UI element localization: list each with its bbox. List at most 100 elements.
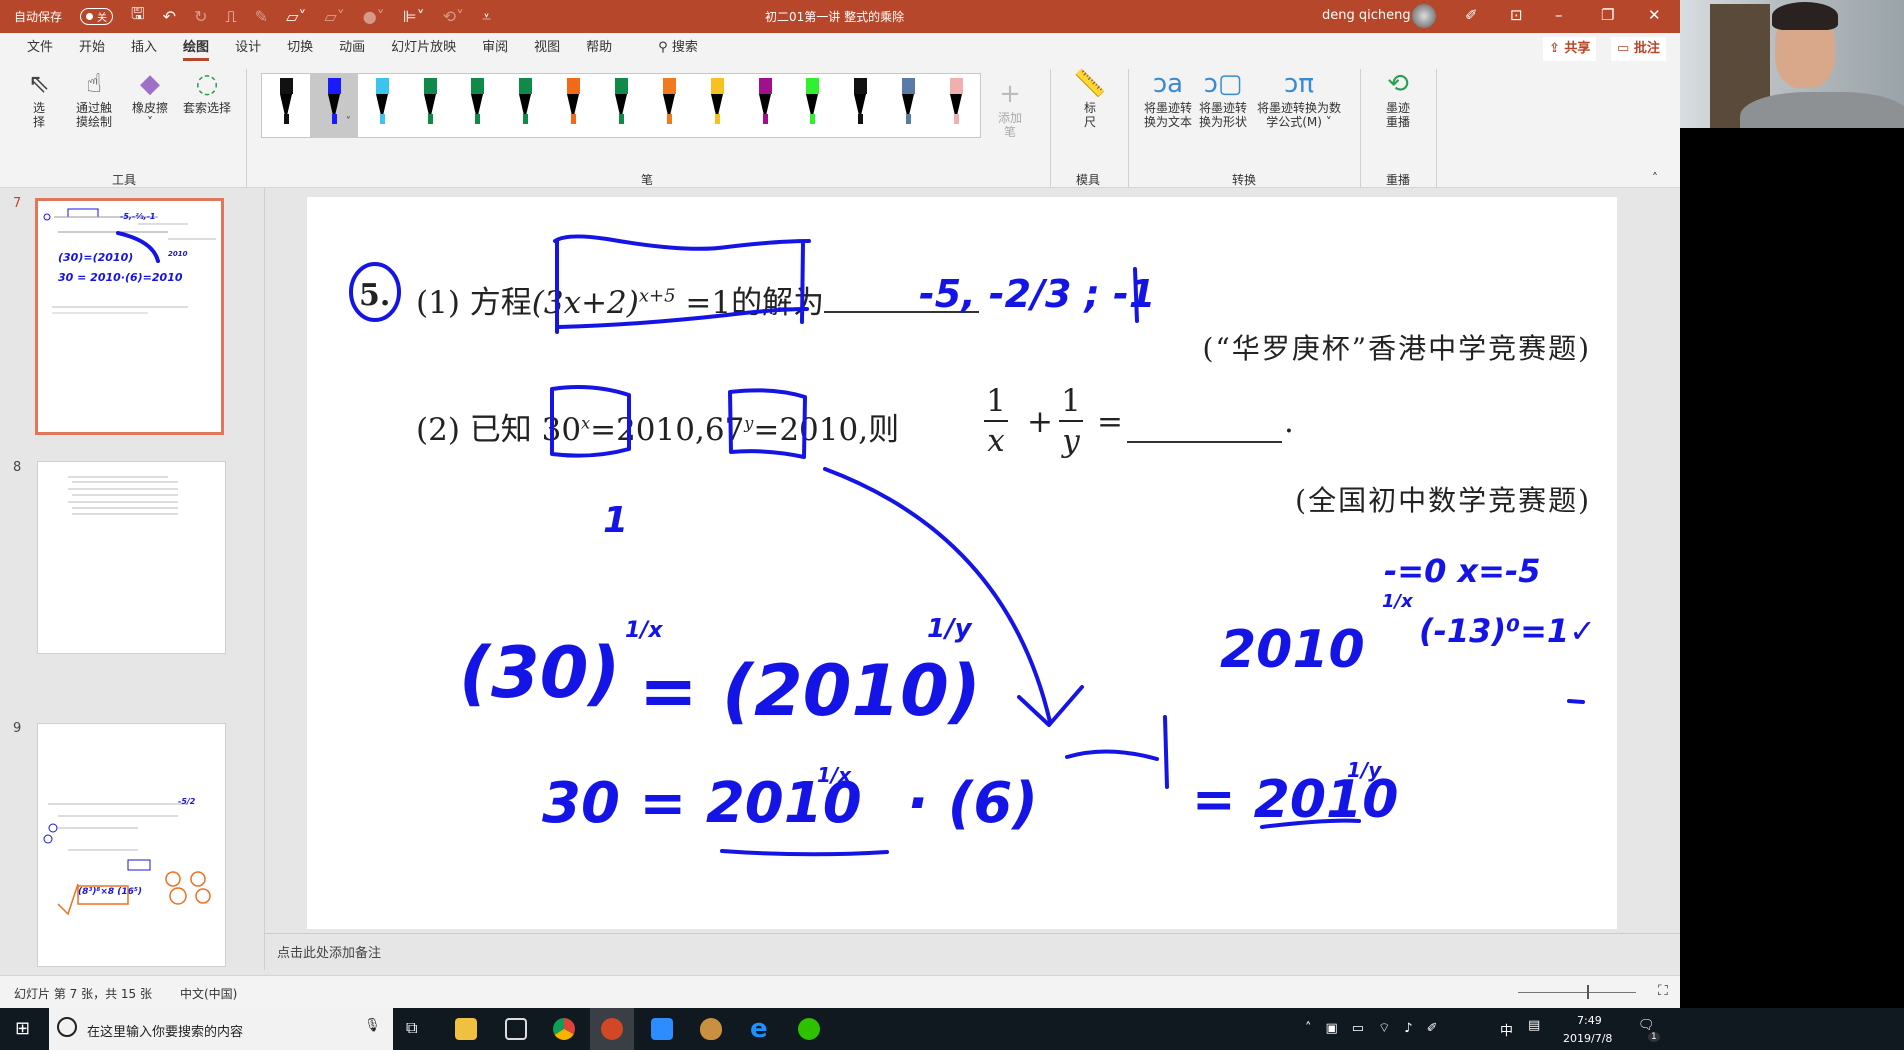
- chrome-icon[interactable]: [553, 1018, 575, 1040]
- powerpoint-icon[interactable]: [601, 1018, 623, 1040]
- share-button[interactable]: ⇪ 共享: [1543, 37, 1597, 61]
- taskbar-search[interactable]: 在这里输入你要搜索的内容 🎙: [49, 1008, 393, 1050]
- pen-12[interactable]: [836, 74, 884, 137]
- thumbnail-slide-9[interactable]: -5/2 (8³)⁸×8 (16⁵): [37, 723, 226, 967]
- redo-icon[interactable]: ↻: [194, 7, 207, 26]
- zoom-slider-thumb[interactable]: [1587, 985, 1589, 999]
- title-bar: 自动保存 关 🖫 ↶ ↻ ⎍ ✎ ▱˅ ▱˅ ●˅ ⊫˅ ⟲˅ ⩡ 初二01第一…: [0, 0, 1680, 33]
- notes-placeholder[interactable]: 点击此处添加备注: [277, 942, 381, 961]
- align-icon[interactable]: ⊫˅: [403, 7, 425, 26]
- svg-text:-5/2: -5/2: [178, 797, 196, 806]
- tab-3[interactable]: 绘图: [170, 33, 222, 63]
- shape-icon[interactable]: ▱˅: [286, 7, 306, 26]
- tab-0[interactable]: 文件: [14, 33, 66, 63]
- tab-10[interactable]: 帮助: [573, 33, 625, 63]
- slide-thumbnail-pane[interactable]: 7 -5,-⅔,-1 (30)=(2010) 30 = 2010·(6)=2010 2…: [0, 188, 265, 970]
- pen-9[interactable]: [693, 74, 741, 137]
- tab-8[interactable]: 审阅: [469, 33, 521, 63]
- select-button[interactable]: ⇖ 选择: [22, 67, 56, 129]
- customize-icon[interactable]: ⩡: [482, 7, 491, 27]
- notification-icon[interactable]: 🗨: [1638, 1018, 1655, 1033]
- save-icon[interactable]: 🖫: [131, 3, 145, 30]
- zoom-slider[interactable]: [1518, 992, 1636, 993]
- ink-to-shape-button[interactable]: ↄ▢ 将墨迹转换为形状: [1197, 67, 1249, 129]
- pen-4[interactable]: [453, 74, 501, 137]
- pen-10[interactable]: [741, 74, 789, 137]
- tab-9[interactable]: 视图: [521, 33, 573, 63]
- clock-time[interactable]: 7:49: [1577, 1014, 1602, 1027]
- ime-mode-icon[interactable]: ▤: [1528, 1018, 1540, 1033]
- fit-slide-icon[interactable]: ⛶: [1658, 983, 1668, 999]
- tab-2[interactable]: 插入: [118, 33, 170, 63]
- pen-14[interactable]: [932, 74, 980, 137]
- tab-4[interactable]: 设计: [222, 33, 274, 63]
- thumbnail-slide-8[interactable]: [37, 461, 226, 654]
- comment-button[interactable]: ▭ 批注: [1611, 37, 1666, 61]
- present-icon[interactable]: ⎍: [225, 7, 236, 27]
- restore-icon[interactable]: ❐: [1601, 6, 1614, 24]
- wechat-icon[interactable]: [798, 1018, 820, 1040]
- minimize-icon[interactable]: –: [1555, 6, 1563, 24]
- pen-11[interactable]: [788, 74, 836, 137]
- pen-7[interactable]: [597, 74, 645, 137]
- ruler-button[interactable]: 📏 标尺: [1070, 67, 1110, 129]
- share-label: 共享: [1564, 41, 1591, 56]
- tab-1[interactable]: 开始: [66, 33, 118, 63]
- ink-side-check: (-13)⁰=1✓: [1419, 612, 1596, 650]
- thumbnail-slide-7[interactable]: -5,-⅔,-1 (30)=(2010) 30 = 2010·(6)=2010 201…: [35, 198, 224, 435]
- microphone-icon[interactable]: 🎙: [364, 1018, 381, 1033]
- notes-pane[interactable]: 点击此处添加备注: [265, 933, 1680, 973]
- edge-icon[interactable]: e: [750, 1016, 772, 1042]
- rotate-icon[interactable]: ⟲˅: [443, 7, 464, 26]
- tab-7[interactable]: 幻灯片放映: [378, 33, 469, 63]
- webcam-video: [1680, 0, 1904, 128]
- autosave-toggle[interactable]: 关: [80, 8, 114, 25]
- tab-6[interactable]: 动画: [326, 33, 378, 63]
- pen-5[interactable]: [501, 74, 549, 137]
- ime-indicator[interactable]: 中: [1500, 1020, 1513, 1039]
- ink-to-math-button[interactable]: ↄπ 将墨迹转换为数学公式(M) ˅: [1254, 67, 1344, 129]
- add-pen-button[interactable]: + 添加笔: [995, 77, 1025, 139]
- close-icon[interactable]: ✕: [1648, 6, 1661, 24]
- pen-6[interactable]: [549, 74, 597, 137]
- language-indicator[interactable]: 中文(中国): [180, 985, 237, 1002]
- search-box[interactable]: ⚲ 搜索: [645, 33, 711, 63]
- shape-fill-icon[interactable]: ▱˅: [324, 7, 344, 26]
- pen-13[interactable]: [884, 74, 932, 137]
- system-tray-icons[interactable]: ˄▣▭⌔♪✐: [1305, 1020, 1451, 1036]
- ink-box-bases: [550, 385, 807, 459]
- convert-group-label: 转换: [1232, 173, 1257, 187]
- collapse-ribbon-icon[interactable]: ˄: [1652, 171, 1658, 185]
- sketch-app-icon[interactable]: [505, 1018, 527, 1040]
- pen-1[interactable]: ˅: [309, 74, 358, 137]
- lasso-select-button[interactable]: ◌ 套索选择: [180, 67, 234, 115]
- clock-date[interactable]: 2019/7/8: [1563, 1032, 1612, 1045]
- color-icon[interactable]: ●˅: [363, 7, 385, 26]
- pen-8[interactable]: [645, 74, 693, 137]
- ink-replay-label: 墨迹重播: [1385, 101, 1410, 129]
- acorn-app-icon[interactable]: [700, 1018, 722, 1040]
- ink-to-text-button[interactable]: ↄa 将墨迹转换为文本: [1142, 67, 1194, 129]
- task-view-icon[interactable]: ⧉: [406, 1018, 417, 1038]
- tab-5[interactable]: 切换: [274, 33, 326, 63]
- ink-layer: 5. -5, -2/3 ; -1 1 (30) 1/x = (2010) 1/y…: [349, 234, 1596, 857]
- eraser-button[interactable]: ◆ 橡皮擦 ˅: [128, 67, 172, 129]
- pen-3[interactable]: [406, 74, 454, 137]
- pen-mode-icon[interactable]: ✐: [1465, 6, 1478, 24]
- zoom-app-icon[interactable]: [651, 1018, 673, 1040]
- avatar[interactable]: [1412, 4, 1436, 28]
- slide-canvas[interactable]: (1) 方程(3x+2)x+5 =1的解为 (“华罗庚杯”香港中学竞赛题) (2…: [307, 197, 1617, 929]
- pen-0[interactable]: [262, 74, 310, 137]
- user-name[interactable]: deng qicheng: [1322, 8, 1411, 23]
- pen-icon[interactable]: ✎: [255, 7, 268, 26]
- ink-answer-1: -5, -2/3 ; -1: [919, 272, 1155, 316]
- windows-start-icon[interactable]: ⊞: [15, 1018, 30, 1039]
- ribbon-display-icon[interactable]: ⊡: [1510, 6, 1523, 24]
- undo-icon[interactable]: ↶: [163, 7, 176, 26]
- pen-2[interactable]: [358, 74, 406, 137]
- ink-to-text-icon: ↄa: [1152, 69, 1184, 99]
- stencils-group-label: 模具: [1076, 173, 1101, 187]
- ink-replay-button[interactable]: ⟲ 墨迹重播: [1378, 67, 1418, 129]
- touch-draw-button[interactable]: ☝ 通过触摸绘制: [70, 67, 118, 129]
- file-explorer-icon[interactable]: [455, 1018, 477, 1040]
